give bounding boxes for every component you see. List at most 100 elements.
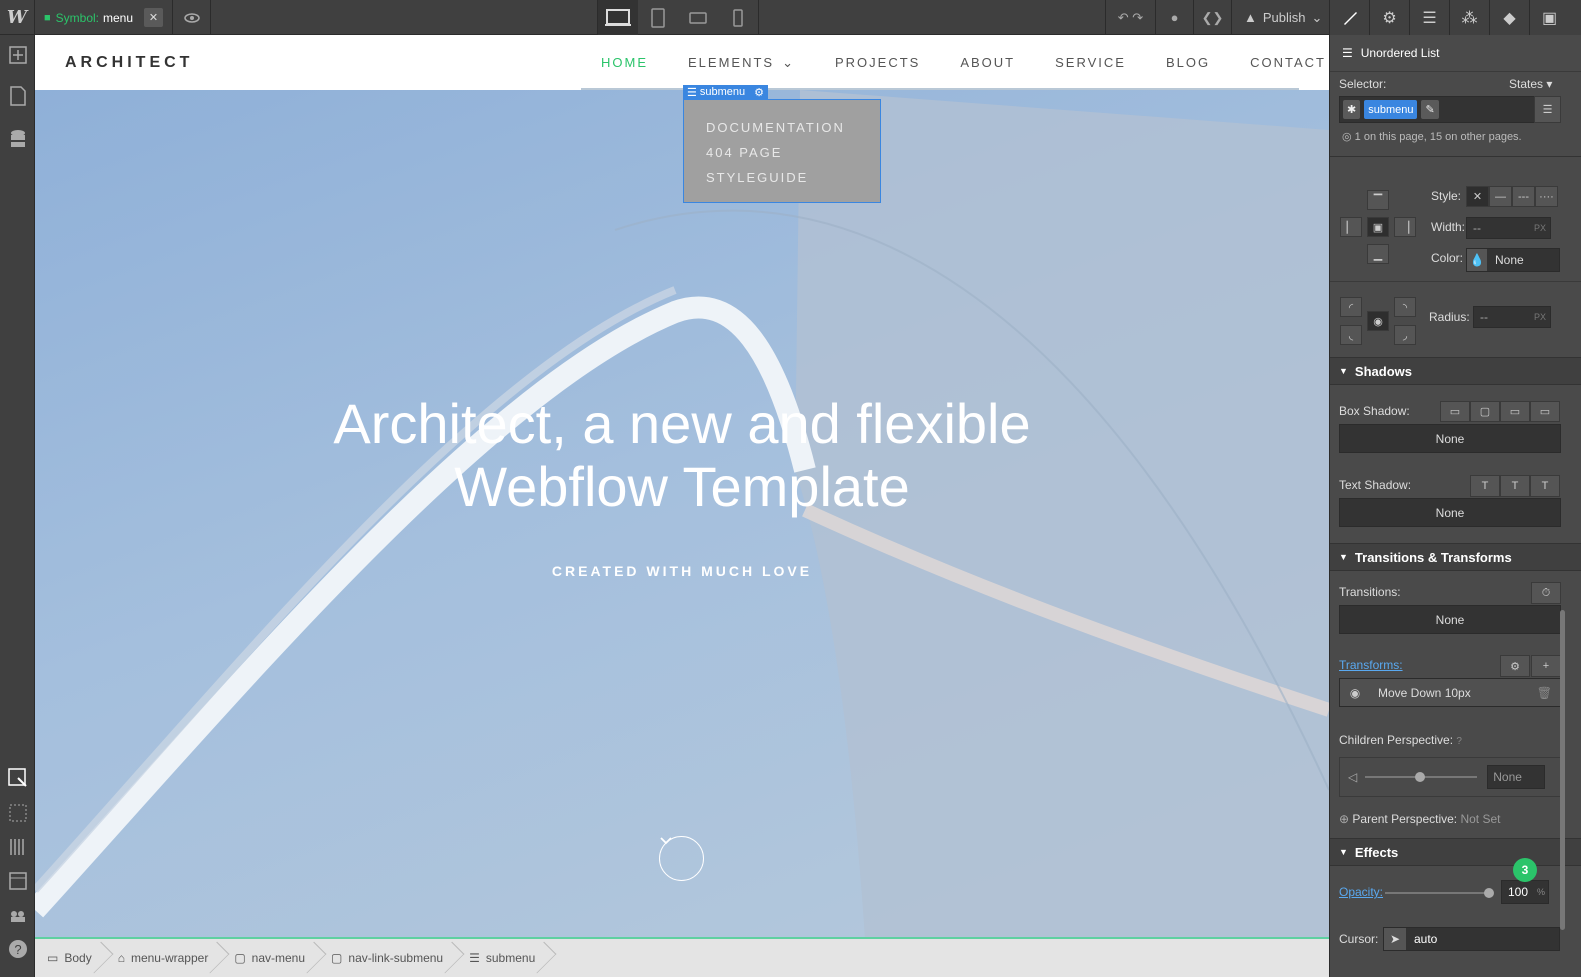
pages-icon[interactable] [6,84,29,107]
border-style-none-icon[interactable]: ✕ [1466,186,1489,207]
breadcrumb-body[interactable]: ▭ Body [35,939,106,977]
radius-input[interactable]: -- PX [1473,306,1551,328]
effects-section-header[interactable]: ▼ Effects [1330,838,1581,866]
cms-database-icon[interactable] [6,127,29,150]
nav-link-elements[interactable]: ELEMENTS ⌄ [688,55,795,71]
box-shadow-flat-icon[interactable]: ▭ [1530,401,1560,422]
transform-item[interactable]: ◉ Move Down 10px 🗑 [1339,678,1561,707]
breadcrumb-submenu[interactable]: ☰ submenu [457,939,549,977]
undo-redo-icon[interactable]: ↶ ↷ [1105,0,1155,35]
border-top-icon[interactable]: ▔ [1367,190,1389,210]
add-element-icon[interactable] [6,43,29,66]
selector-menu-icon[interactable]: ☰ [1534,96,1561,123]
nav-link-service[interactable]: SERVICE [1055,55,1126,71]
border-style-solid-icon[interactable]: — [1489,186,1512,207]
preview-eye-icon[interactable] [174,0,211,35]
box-shadow-list[interactable]: None [1339,424,1561,453]
webflow-logo[interactable]: W [0,0,35,35]
border-bottom-icon[interactable]: ▁ [1367,244,1389,264]
settings-gear-icon[interactable]: ⚙ [1369,0,1409,35]
opacity-slider-handle[interactable] [1484,888,1494,898]
publish-button[interactable]: ▲ Publish ⌄ [1231,0,1334,35]
tablet-device-icon[interactable] [638,0,678,35]
xray-icon[interactable] [6,869,29,892]
submenu-dropdown[interactable]: DOCUMENTATION 404 PAGE STYLEGUIDE [683,99,881,203]
radius-bottom-right-icon[interactable]: ◞ [1394,325,1416,345]
radius-bottom-left-icon[interactable]: ◟ [1340,325,1362,345]
breadcrumb-nav-link-submenu[interactable]: ▢ nav-link-submenu [319,939,457,977]
opacity-label[interactable]: Opacity: [1339,885,1383,899]
all-selector-icon[interactable]: ✱ [1343,100,1361,119]
nav-link-contact[interactable]: CONTACT [1250,55,1326,71]
perspective-slider[interactable] [1365,772,1478,782]
class-chip-submenu[interactable]: submenu [1364,100,1418,119]
portrait-phone-icon[interactable] [718,0,758,35]
style-brush-icon[interactable] [1329,0,1369,35]
panel-scrollbar[interactable] [1560,610,1565,930]
close-symbol-button[interactable]: ✕ [144,8,163,27]
parent-perspective-value[interactable]: Not Set [1460,812,1500,826]
border-right-icon[interactable]: ▕ [1394,217,1416,237]
grid-view-icon[interactable] [6,835,29,858]
submenu-item-404[interactable]: 404 PAGE [706,145,782,160]
text-shadow-inner-icon[interactable]: T [1500,475,1530,497]
border-left-icon[interactable]: ▏ [1340,217,1362,237]
transitions-list[interactable]: None [1339,605,1561,634]
shadows-section-header[interactable]: ▼ Shadows [1330,357,1581,385]
code-icon[interactable]: ❮❯ [1193,0,1231,35]
gear-icon[interactable]: ⚙ [754,86,764,99]
border-style-dashed-icon[interactable]: --- [1512,186,1535,207]
breadcrumb-menu-wrapper[interactable]: ⌂ menu-wrapper [106,939,223,977]
text-shadow-flat-icon[interactable]: T [1530,475,1560,497]
perspective-input[interactable]: None [1487,765,1546,789]
box-shadow-spread-icon[interactable]: ▭ [1500,401,1530,422]
cursor-select[interactable]: ➤ auto [1383,927,1560,951]
notification-badge[interactable]: 3 [1513,858,1537,882]
border-style-dotted-icon[interactable]: ···· [1535,186,1558,207]
desktop-device-icon[interactable] [598,0,638,35]
help-icon[interactable]: ? [6,937,29,960]
box-shadow-inner-icon[interactable]: ▢ [1470,401,1500,422]
design-canvas[interactable]: Architect, a new and flexible Webflow Te… [35,35,1329,939]
selected-element-tag[interactable]: ☰ submenu ⚙ [683,85,769,99]
nav-link-home[interactable]: HOME [601,55,648,71]
assets-icon[interactable]: ▣ [1529,0,1569,35]
radius-top-left-icon[interactable]: ◜ [1340,297,1362,317]
selector-field[interactable]: ✱ submenu ✎ [1339,96,1561,123]
transitions-section-header[interactable]: ▼ Transitions & Transforms [1330,543,1581,571]
opacity-slider[interactable] [1385,892,1489,894]
box-shadow-outer-icon[interactable]: ▭ [1440,401,1470,422]
nav-link-projects[interactable]: PROJECTS [835,55,920,71]
border-width-input[interactable]: -- PX [1466,217,1551,239]
edit-pencil-icon[interactable]: ✎ [1421,100,1439,119]
visibility-eye-icon[interactable]: ◉ [1340,686,1370,700]
slider-handle[interactable] [1415,772,1426,782]
transforms-label[interactable]: Transforms: [1339,658,1403,672]
navigator-icon[interactable]: ☰ [1409,0,1449,35]
select-element-icon[interactable] [6,766,29,789]
transforms-settings-gear-icon[interactable]: ⚙ [1500,655,1530,677]
scroll-down-button[interactable] [659,836,704,881]
submenu-item-documentation[interactable]: DOCUMENTATION [706,120,845,135]
trash-icon[interactable]: 🗑 [1537,686,1552,700]
help-icon[interactable]: ? [1456,736,1462,747]
add-transition-timer-icon[interactable]: ⏱ [1531,582,1561,604]
breadcrumb-nav-menu[interactable]: ▢ nav-menu [222,939,319,977]
hero-section[interactable]: Architect, a new and flexible Webflow Te… [35,90,1329,939]
border-color-input[interactable]: 💧 None [1466,248,1560,272]
interactions-icon[interactable]: ⁂ [1449,0,1489,35]
submenu-item-styleguide[interactable]: STYLEGUIDE [706,170,808,185]
opacity-input[interactable]: 100% [1501,880,1549,904]
add-transform-plus-icon[interactable]: + [1531,655,1561,677]
show-edges-icon[interactable] [6,801,29,824]
nav-link-blog[interactable]: BLOG [1166,55,1210,71]
radius-top-right-icon[interactable]: ◝ [1394,297,1416,317]
text-shadow-list[interactable]: None [1339,498,1561,527]
states-dropdown[interactable]: States ▾ [1509,77,1552,91]
comments-icon[interactable]: ● [1155,0,1193,35]
radius-all-icon[interactable]: ◉ [1367,311,1389,331]
text-shadow-icon[interactable]: T [1470,475,1500,497]
site-brand[interactable]: ARCHITECT [65,54,193,72]
border-all-icon[interactable]: ▣ [1367,217,1389,237]
video-tutorials-icon[interactable] [6,904,29,927]
